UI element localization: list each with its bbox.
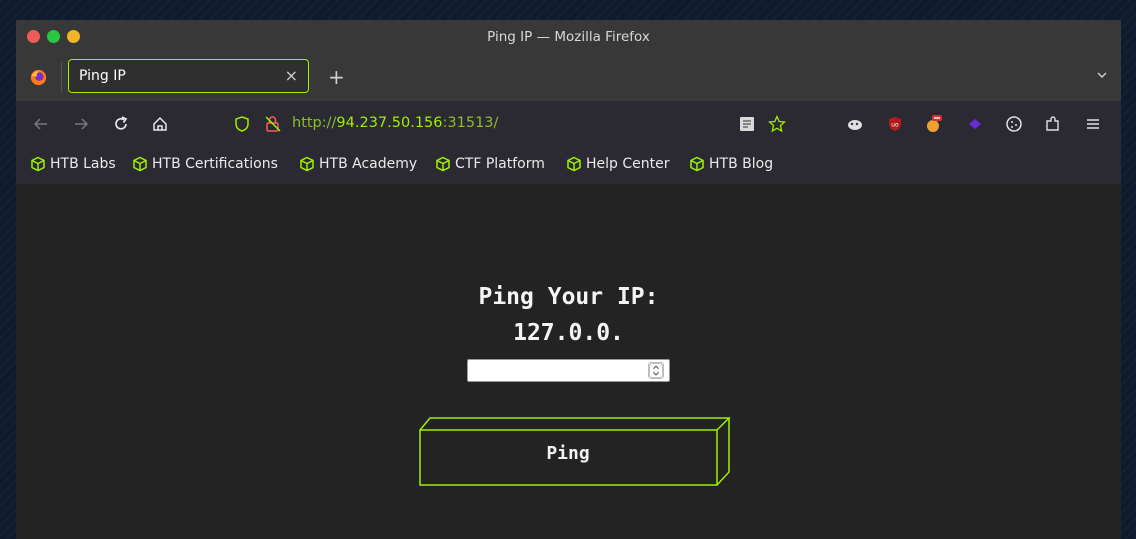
svg-text:uo: uo — [891, 122, 899, 129]
forward-icon[interactable] — [72, 115, 90, 133]
cube-icon — [567, 156, 581, 172]
reload-icon[interactable] — [112, 115, 130, 133]
navigation-bar: http://94.237.50.156:31513/ uo — [16, 101, 1121, 148]
new-tab-button[interactable]: + — [328, 65, 345, 89]
tab-label: Ping IP — [79, 68, 126, 84]
bookmark-label: HTB Blog — [709, 156, 774, 172]
bookmark-label: CTF Platform — [455, 156, 545, 172]
extension-cookie-monster-icon[interactable] — [846, 115, 864, 133]
star-icon[interactable] — [768, 115, 786, 133]
number-spinner-icon[interactable] — [648, 362, 664, 379]
tab-bar: Ping IP × + — [16, 54, 1121, 101]
cube-icon — [133, 156, 147, 172]
url-field[interactable]: http://94.237.50.156:31513/ — [292, 115, 498, 131]
tab-divider — [61, 62, 62, 92]
cookie-icon[interactable] — [1005, 115, 1023, 133]
bookmark-label: HTB Certifications — [152, 156, 278, 172]
bookmark-htb-blog[interactable]: HTB Blog — [689, 156, 773, 172]
url-port: :31513/ — [442, 115, 499, 131]
bookmark-ctf-platform[interactable]: CTF Platform — [435, 156, 545, 172]
bookmark-label: HTB Labs — [50, 156, 116, 172]
menu-icon[interactable] — [1084, 115, 1102, 133]
bookmarks-bar: HTB Labs HTB Certifications HTB Academy … — [16, 148, 1121, 184]
ping-button[interactable]: Ping — [419, 416, 731, 486]
ip-prefix: 127.0.0. — [513, 320, 624, 346]
ip-number-input[interactable] — [467, 359, 670, 382]
close-tab-icon[interactable]: × — [285, 66, 298, 85]
bookmark-htb-certifications[interactable]: HTB Certifications — [132, 156, 278, 172]
home-icon[interactable] — [151, 115, 169, 133]
extensions-puzzle-icon[interactable] — [1044, 115, 1062, 133]
bookmark-label: HTB Academy — [319, 156, 418, 172]
insecure-lock-icon[interactable] — [264, 115, 282, 133]
cube-icon — [690, 156, 704, 172]
back-icon[interactable] — [32, 115, 50, 133]
reader-view-icon[interactable] — [738, 115, 756, 133]
title-bar: Ping IP — Mozilla Firefox — [16, 20, 1121, 54]
page-content: Ping Your IP: 127.0.0. Ping — [16, 184, 1121, 539]
bookmark-label: Help Center — [586, 156, 670, 172]
bookmark-htb-academy[interactable]: HTB Academy — [299, 156, 417, 172]
url-host: 94.237.50.156 — [336, 115, 443, 131]
bookmark-help-center[interactable]: Help Center — [566, 156, 670, 172]
cube-icon — [300, 156, 314, 172]
ping-button-label: Ping — [546, 443, 590, 464]
chevron-down-icon[interactable] — [1097, 70, 1107, 80]
shield-icon[interactable] — [233, 115, 251, 133]
cube-icon — [436, 156, 450, 172]
page-heading: Ping Your IP: — [478, 284, 659, 310]
browser-window: Ping IP — Mozilla Firefox Ping IP × + ht… — [16, 20, 1121, 539]
bookmark-htb-labs[interactable]: HTB Labs — [30, 156, 116, 172]
ublock-origin-icon[interactable]: uo — [886, 115, 904, 133]
url-scheme: http:// — [292, 115, 337, 131]
firefox-icon[interactable] — [30, 69, 47, 86]
extension-fox-icon[interactable] — [924, 115, 942, 133]
window-title: Ping IP — Mozilla Firefox — [487, 29, 650, 45]
tab-ping-ip[interactable]: Ping IP × — [68, 59, 309, 93]
extension-diamond-icon[interactable] — [966, 115, 984, 133]
cube-icon — [31, 156, 45, 172]
